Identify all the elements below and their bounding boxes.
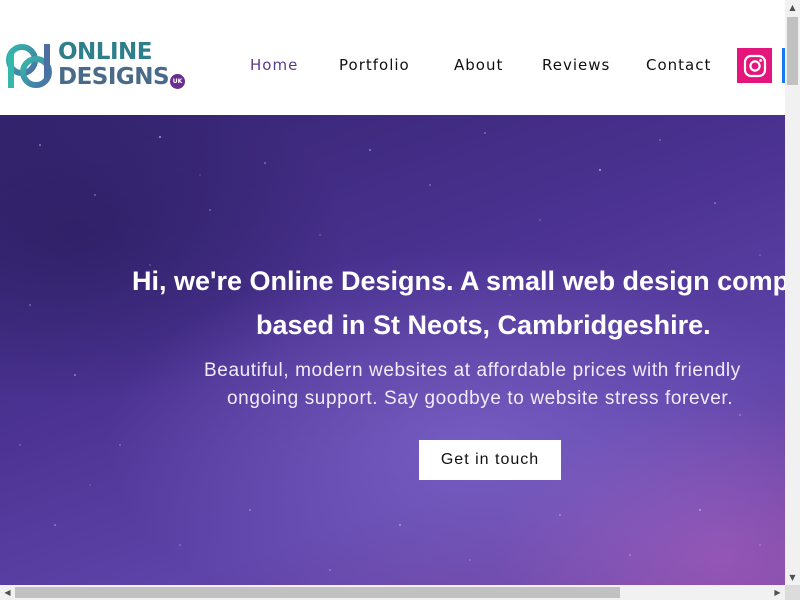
nav-reviews-link[interactable]: Reviews — [542, 56, 610, 74]
starfield-background — [19, 132, 761, 571]
nav-portfolio-link[interactable]: Portfolio — [339, 56, 410, 74]
nav-contact-link[interactable]: Contact — [646, 56, 711, 74]
hero-heading-line1: Hi, we're Online Designs. A small web de… — [132, 266, 785, 296]
scroll-left-arrow-icon[interactable]: ◀ — [0, 585, 15, 600]
hero-subtitle: Beautiful, modern websites at affordable… — [130, 357, 785, 413]
scroll-up-arrow-icon[interactable]: ▲ — [785, 0, 800, 15]
scroll-down-arrow-icon[interactable]: ▼ — [785, 570, 800, 585]
site-header: ONLINE DESIGNS UK Home Portfolio About R… — [0, 0, 785, 115]
nav-home-link[interactable]: Home — [250, 56, 298, 74]
scroll-right-arrow-icon[interactable]: ▶ — [770, 585, 785, 600]
vertical-scroll-thumb[interactable] — [787, 17, 798, 85]
hero-subtitle-line2: ongoing support. Say goodbye to website … — [227, 388, 734, 409]
nav-about-link[interactable]: About — [454, 56, 503, 74]
page-viewport: ONLINE DESIGNS UK Home Portfolio About R… — [0, 0, 785, 585]
hero-subtitle-line1: Beautiful, modern websites at affordable… — [204, 360, 741, 381]
get-in-touch-button[interactable]: Get in touch — [419, 440, 561, 480]
main-navigation: Home Portfolio About Reviews Contact — [0, 56, 785, 78]
instagram-link[interactable] — [737, 48, 772, 83]
hero-heading-line2: based in St Neots, Cambridgeshire. — [256, 310, 711, 340]
horizontal-scrollbar[interactable]: ◀ ▶ — [0, 585, 785, 600]
hero-heading: Hi, we're Online Designs. A small web de… — [132, 259, 785, 347]
scrollbar-corner — [785, 585, 800, 600]
horizontal-scroll-thumb[interactable] — [15, 587, 620, 598]
hero-banner: Hi, we're Online Designs. A small web de… — [0, 115, 785, 585]
vertical-scrollbar[interactable]: ▲ ▼ — [785, 0, 800, 585]
instagram-icon — [743, 54, 766, 77]
